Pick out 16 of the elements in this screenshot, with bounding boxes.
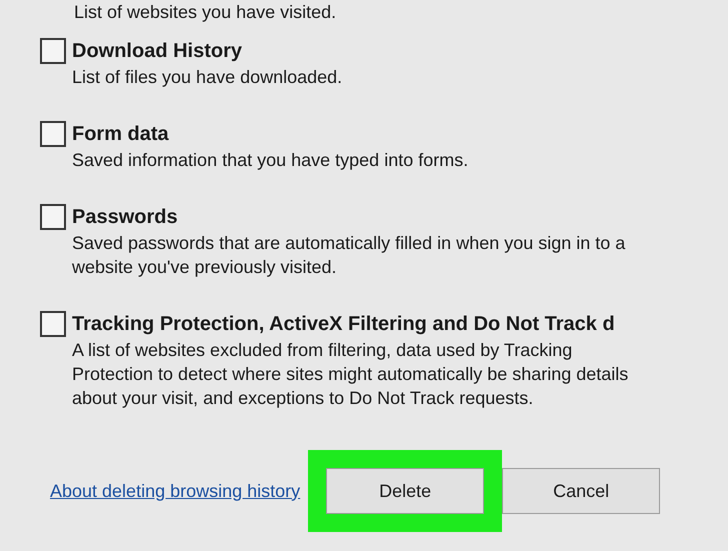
option-title: Passwords [72, 205, 179, 230]
option-description: List of websites you have visited. [74, 2, 336, 22]
option-description: List of files you have downloaded. [72, 66, 344, 89]
help-link[interactable]: About deleting browsing history [50, 478, 300, 504]
option-title: Tracking Protection, ActiveX Filtering and Do Not Track d [72, 312, 616, 337]
checkbox[interactable] [40, 204, 66, 230]
option-description: A list of websites excluded from filtering, data used by Tracking Protection to detect where sites might automatically be sharing details about your visit, and exceptions to Do Not Track requests. [72, 339, 630, 410]
option-description: Saved passwords that are automatically filled in when you sign in to a website you've previously visited. [72, 232, 626, 279]
checkbox[interactable] [40, 311, 66, 337]
option-title: Form data [72, 122, 170, 147]
cancel-button[interactable]: Cancel [502, 468, 660, 514]
option-title: Download History [72, 39, 244, 64]
checkbox[interactable] [40, 121, 66, 147]
checkbox[interactable] [40, 38, 66, 64]
option-description: Saved information that you have typed into forms. [72, 149, 470, 172]
delete-button[interactable]: Delete [326, 468, 484, 514]
